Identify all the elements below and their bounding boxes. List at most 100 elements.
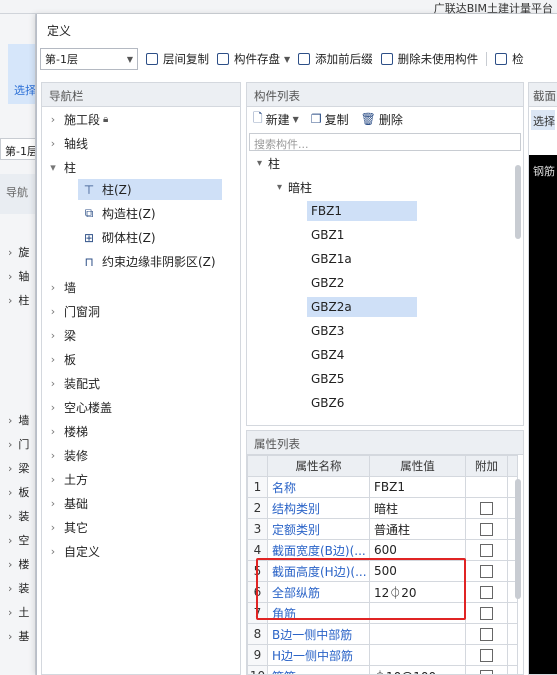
- property-value[interactable]: FBZ1: [369, 476, 466, 498]
- table-row[interactable]: 5 截面高度(H边)(... 500: [247, 560, 518, 582]
- extra-checkbox[interactable]: [480, 585, 493, 599]
- bg-tree-item[interactable]: 门: [8, 436, 29, 452]
- component-item[interactable]: GBZ5: [307, 369, 417, 389]
- extra-checkbox[interactable]: [480, 522, 493, 536]
- component-item[interactable]: GBZ1: [307, 225, 417, 245]
- component-item[interactable]: GBZ6: [307, 393, 417, 413]
- component-item[interactable]: GBZ1a: [307, 249, 417, 269]
- extra-checkbox[interactable]: [480, 648, 493, 662]
- select-tool-button[interactable]: 选择: [8, 44, 35, 104]
- component-item[interactable]: GBZ2a: [307, 297, 417, 317]
- component-item[interactable]: GBZ2: [307, 273, 417, 293]
- check-button[interactable]: 检: [495, 51, 524, 67]
- section-panel-header: 截面: [529, 83, 557, 107]
- nav-item-decoration[interactable]: › 装修: [42, 447, 88, 464]
- bg-tree-item[interactable]: 梁: [8, 460, 29, 476]
- component-tree-root[interactable]: ▾ 柱: [257, 155, 280, 172]
- nav-item-beam[interactable]: › 梁: [42, 327, 76, 344]
- nav-item-other[interactable]: › 其它: [42, 519, 88, 536]
- extra-checkbox[interactable]: [480, 543, 493, 557]
- table-row[interactable]: 2 结构类别 暗柱: [247, 497, 518, 519]
- bg-tree-item[interactable]: 楼: [8, 556, 29, 572]
- bg-tree-item[interactable]: 空: [8, 532, 29, 548]
- nav-item-axis[interactable]: › 轴线: [42, 135, 88, 152]
- table-row[interactable]: 7 角筋: [247, 602, 518, 624]
- nav-item-wall[interactable]: › 墙: [42, 279, 76, 296]
- nav-item-earthwork[interactable]: › 土方: [42, 471, 88, 488]
- component-search-input[interactable]: 搜索构件...: [249, 133, 521, 151]
- nav-item-slab[interactable]: › 板: [42, 351, 76, 368]
- nav-sub-constructional-column[interactable]: ⧉ 构造柱(Z): [78, 203, 160, 224]
- table-row[interactable]: 6 全部纵筋 12⏀20: [247, 581, 518, 603]
- property-value[interactable]: 暗柱: [369, 497, 466, 519]
- property-value[interactable]: 普通柱: [369, 518, 466, 540]
- nav-item-door-window[interactable]: › 门窗洞: [42, 303, 100, 320]
- floor-copy-button[interactable]: 层间复制: [146, 51, 209, 67]
- chevron-right-icon: ›: [50, 545, 56, 558]
- copy-component-button[interactable]: ❐ 复制: [311, 111, 349, 128]
- bg-tree-item[interactable]: 轴: [8, 268, 29, 284]
- bg-tree-item[interactable]: 装: [8, 508, 29, 524]
- extra-checkbox[interactable]: [480, 669, 493, 674]
- section-canvas[interactable]: 钢筋: [529, 155, 557, 674]
- component-item[interactable]: FBZ1: [307, 201, 417, 221]
- property-extra: [465, 539, 508, 561]
- component-tree-group[interactable]: ▾ 暗柱: [277, 179, 312, 196]
- property-value[interactable]: [369, 602, 466, 624]
- table-row[interactable]: 9 H边一侧中部筋: [247, 644, 518, 666]
- property-value[interactable]: 600: [369, 539, 466, 561]
- copy-label: 复制: [324, 112, 349, 127]
- bg-tree-item[interactable]: 基: [8, 628, 29, 644]
- nav-item-label: 板: [64, 353, 77, 367]
- nav-item-stairs[interactable]: › 楼梯: [42, 423, 88, 440]
- add-prefix-suffix-button[interactable]: 添加前后缀: [298, 51, 373, 67]
- nav-sub-boundary-zone[interactable]: ⊓ 约束边缘非阴影区(Z): [78, 251, 220, 272]
- extra-checkbox[interactable]: [480, 501, 493, 515]
- component-item[interactable]: GBZ4: [307, 345, 417, 365]
- floor-select-background[interactable]: 第-1层: [0, 138, 35, 160]
- table-row[interactable]: 4 截面宽度(B边)(... 600: [247, 539, 518, 561]
- property-list-scrollbar[interactable]: [515, 479, 521, 599]
- table-row[interactable]: 10 箍筋 ⏀10@100: [247, 665, 518, 674]
- floor-select[interactable]: 第-1层 ▼: [40, 48, 138, 70]
- row-number: 2: [247, 497, 268, 519]
- bg-tree-item[interactable]: 旋: [8, 244, 29, 260]
- nav-sub-column-z[interactable]: ⊤ 柱(Z): [78, 179, 222, 200]
- nav-item-label: 装配式: [64, 377, 101, 391]
- bg-tree-item[interactable]: 板: [8, 484, 29, 500]
- property-value[interactable]: [369, 644, 466, 666]
- bg-tree-item[interactable]: 柱: [8, 292, 29, 308]
- chevron-right-icon: ›: [50, 329, 56, 342]
- property-value[interactable]: ⏀10@100: [369, 665, 466, 674]
- property-value[interactable]: [369, 623, 466, 645]
- extra-checkbox[interactable]: [480, 606, 493, 620]
- section-select-button[interactable]: 选择: [531, 110, 555, 130]
- property-value[interactable]: 500: [369, 560, 466, 582]
- chevron-right-icon: ›: [50, 449, 56, 462]
- delete-unused-button[interactable]: 删除未使用构件: [380, 51, 478, 67]
- table-row[interactable]: 1 名称 FBZ1: [247, 476, 518, 498]
- bg-tree-item[interactable]: 墙: [8, 412, 29, 428]
- nav-item-custom[interactable]: › 自定义: [42, 543, 100, 560]
- component-save-button[interactable]: 构件存盘 ▼: [217, 51, 290, 67]
- property-value[interactable]: 12⏀20: [369, 581, 466, 603]
- row-number: 1: [247, 476, 268, 498]
- extra-checkbox[interactable]: [480, 627, 493, 641]
- nav-item-hollow-floor[interactable]: › 空心楼盖: [42, 399, 112, 416]
- new-component-button[interactable]: 🗋︎ 新建 ▼: [253, 109, 299, 130]
- bg-tree-item[interactable]: 装: [8, 580, 29, 596]
- nav-item-construction-section[interactable]: › 施工段 🔒︎: [42, 111, 109, 128]
- delete-component-button[interactable]: 🗑︎ 删除: [361, 111, 403, 128]
- nav-item-foundation[interactable]: › 基础: [42, 495, 88, 512]
- component-list-scrollbar[interactable]: [515, 165, 521, 239]
- extra-checkbox[interactable]: [480, 564, 493, 578]
- table-row[interactable]: 8 B边一侧中部筋: [247, 623, 518, 645]
- nav-item-column[interactable]: ▾ 柱: [42, 159, 76, 176]
- component-item[interactable]: GBZ3: [307, 321, 417, 341]
- nav-sub-masonry-column[interactable]: ⊞ 砌体柱(Z): [78, 227, 160, 248]
- copy-icon: ❐: [310, 112, 322, 126]
- nav-item-prefab[interactable]: › 装配式: [42, 375, 100, 392]
- bg-tree-item[interactable]: 土: [8, 604, 29, 620]
- nav-label-background: 导航: [0, 174, 35, 214]
- table-row[interactable]: 3 定额类别 普通柱: [247, 518, 518, 540]
